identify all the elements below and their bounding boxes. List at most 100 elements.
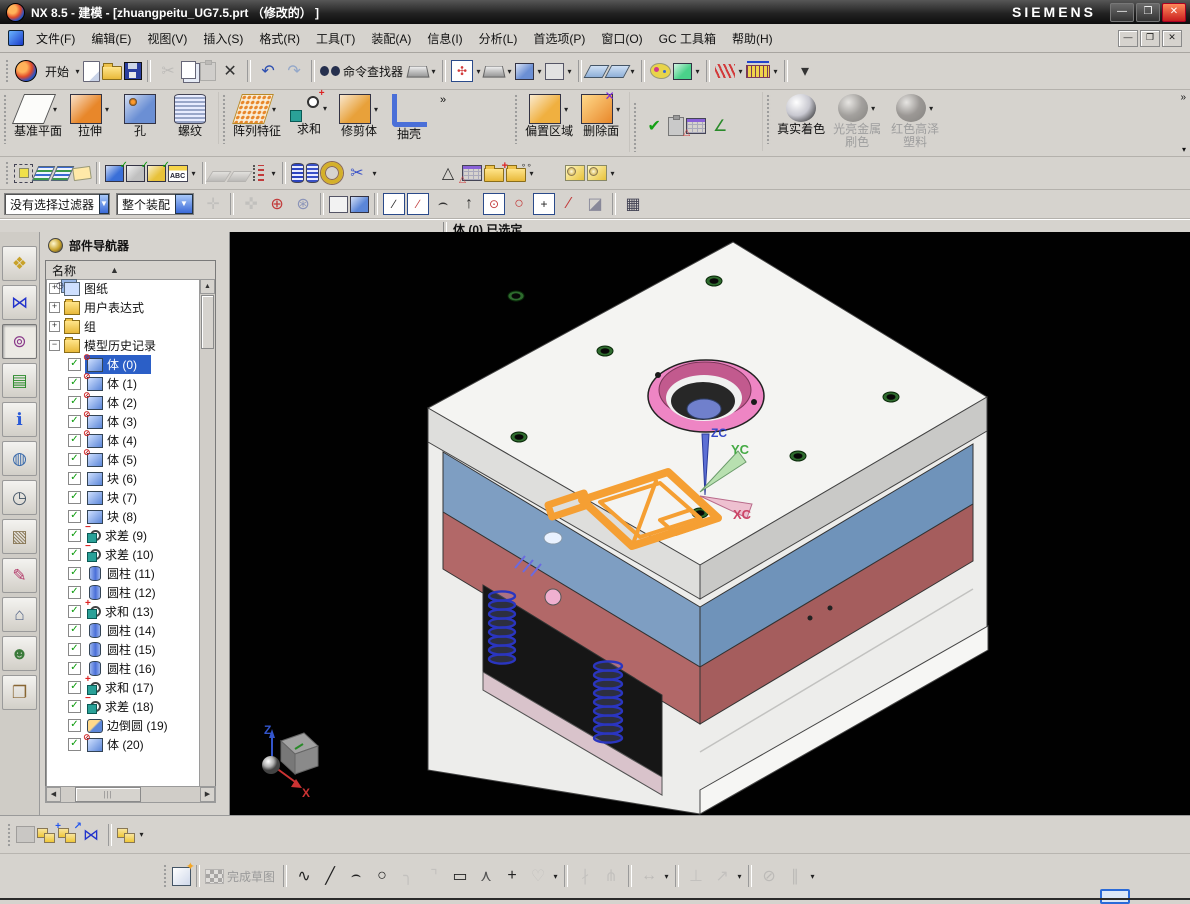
start-button[interactable]: 开始 (45, 63, 69, 80)
add-component-icon[interactable]: + (37, 821, 61, 843)
open-icon[interactable] (102, 63, 123, 80)
tree-item-row[interactable]: 圆柱 (16) (85, 659, 170, 678)
wave-link-b-dropdown[interactable]: ▾ (608, 169, 617, 178)
tree-item-12[interactable]: ✓ 圆柱 (12) (46, 583, 200, 602)
shaded-view-icon[interactable] (515, 62, 535, 80)
feature-toolbar-options[interactable]: ▾ (1182, 145, 1186, 154)
expand-toggle-icon[interactable]: − (49, 340, 60, 351)
tree-item-11[interactable]: ✓ 圆柱 (11) (46, 564, 200, 583)
menu-item-10[interactable]: 窗口(O) (593, 26, 650, 51)
extrude-button[interactable]: ▾ 拉伸 (66, 93, 114, 139)
datum-check-icon[interactable]: ✓ (105, 160, 128, 182)
shell-icon[interactable] (391, 94, 427, 127)
resource-tab-system-materials[interactable]: ▧ (2, 519, 37, 554)
wave-link-b-icon[interactable] (587, 165, 607, 181)
overflow-chevron-2[interactable]: » (1180, 92, 1186, 103)
tree-item-row[interactable]: 体 (20) (83, 732, 158, 754)
tree-item-row[interactable]: 块 (7) (85, 488, 151, 507)
snap-center-icon[interactable]: ⊙ (483, 193, 506, 215)
tree-item-row[interactable]: + 求和 (17) (85, 674, 168, 697)
spring-tool-icon[interactable] (291, 163, 304, 183)
dialog-display-icon[interactable] (406, 65, 430, 78)
washer-coil-icon[interactable] (321, 162, 343, 184)
resource-tab-roles[interactable]: ☻ (2, 636, 37, 671)
undo-icon[interactable]: ↶ (256, 59, 280, 83)
resource-tab-process-studio[interactable]: ✎ (2, 558, 37, 593)
studio-spline-icon[interactable]: ⋏ (474, 864, 498, 888)
tree-item-row[interactable]: 块 (6) (85, 469, 151, 488)
tree-item-19[interactable]: ✓ 边倒圆 (19) (46, 716, 200, 735)
snap-target-icon[interactable]: ⊕ (265, 192, 289, 216)
trim-body-button[interactable]: ▾ 修剪体 (335, 93, 383, 139)
checkbox-checked-icon[interactable]: ✓ (68, 396, 81, 409)
datum-plane-button[interactable]: ▾ 基准平面 (11, 93, 64, 139)
delete-face-button[interactable]: ▾ 删除面 (577, 89, 625, 139)
view-orient-dropdown[interactable]: ▾ (693, 67, 702, 76)
shell-button[interactable]: 抽壳 (385, 93, 433, 142)
delete-face-icon[interactable] (580, 89, 615, 124)
dimension-dropdown[interactable]: ▾ (735, 872, 744, 881)
true-shading-button[interactable]: 真实着色 (775, 93, 827, 137)
move-component-icon[interactable]: ↗ (58, 821, 82, 843)
checkbox-checked-icon[interactable]: ✓ (68, 662, 81, 675)
checkbox-checked-icon[interactable]: ✓ (68, 510, 81, 523)
mdi-restore-button[interactable]: ❐ (1140, 29, 1160, 47)
tree-item-6[interactable]: ✓ 块 (6) (46, 469, 200, 488)
checkbox-checked-icon[interactable]: ✓ (68, 605, 81, 618)
show-body-white-icon[interactable] (329, 195, 349, 213)
checkbox-checked-icon[interactable]: ✓ (68, 624, 81, 637)
graphics-viewport[interactable]: ZC YC XC Z X (230, 232, 1190, 815)
tree-item-3[interactable]: ✓ 体 (3) (46, 409, 200, 431)
label-abc-icon[interactable] (168, 164, 188, 182)
feature-check-icon[interactable]: ✔ (642, 114, 666, 138)
visual-palette-icon[interactable] (650, 63, 672, 79)
annotation-note-icon[interactable] (72, 165, 92, 181)
pattern-feature-icon[interactable] (231, 94, 274, 124)
dialog-display-dropdown[interactable]: ▾ (429, 67, 438, 76)
datum-plane-icon[interactable] (11, 94, 56, 124)
sort-ascending-icon[interactable]: ▲ (110, 265, 119, 275)
tree-item-14[interactable]: ✓ 圆柱 (14) (46, 621, 200, 640)
tree-item-0[interactable]: ✓ 体 (0) (46, 352, 200, 374)
horizontal-scrollbar[interactable]: ◀ ||| ▶ (45, 786, 216, 803)
extrude-icon[interactable] (69, 94, 102, 124)
display-mode-icon[interactable] (482, 65, 506, 78)
label-abc-dropdown[interactable]: ▾ (189, 169, 198, 178)
tree-item-row[interactable]: 圆柱 (11) (85, 564, 169, 583)
pattern-component-icon[interactable] (117, 827, 136, 843)
resource-tab-system-scenes[interactable]: ❐ (2, 675, 37, 710)
tree-item-17[interactable]: ✓ + 求和 (17) (46, 674, 200, 697)
tree-item-5[interactable]: ✓ 体 (5) (46, 447, 200, 469)
tree-item-row[interactable]: 体 (4) (83, 428, 151, 450)
snap-midpoint-icon[interactable]: ∕ (407, 193, 430, 215)
vertical-scroll-thumb[interactable] (201, 295, 214, 349)
true-shading-icon[interactable] (786, 94, 817, 122)
menu-item-9[interactable]: 首选项(P) (525, 26, 593, 51)
tool-check-icon[interactable]: ✓ (126, 160, 149, 182)
resource-tab-history[interactable]: ◷ (2, 480, 37, 515)
feature-table-icon[interactable] (683, 118, 707, 138)
tree-item-row[interactable]: 体 (2) (83, 390, 151, 412)
select-frame-icon[interactable] (14, 163, 33, 183)
resource-tab-manufacturing-wizard[interactable]: ⌂ (2, 597, 37, 632)
menu-item-0[interactable]: 文件(F) (28, 26, 83, 51)
tree-item-8[interactable]: ✓ 块 (8) (46, 507, 200, 526)
resource-tab-hd3d-tools[interactable]: ℹ (2, 402, 37, 437)
selection-filter-dropdown[interactable]: 没有选择过滤器 ▼ (4, 193, 110, 215)
step-navigator-icon[interactable] (253, 165, 268, 181)
close-button[interactable]: ✕ (1162, 2, 1186, 22)
arc-icon[interactable]: ⌢ (344, 864, 368, 888)
tree-item-row[interactable]: 体 (3) (83, 409, 151, 431)
start-dropdown[interactable]: ▾ (73, 67, 82, 76)
tree-item-10[interactable]: ✓ − 求差 (10) (46, 541, 200, 564)
checkbox-checked-icon[interactable]: ✓ (68, 358, 81, 371)
command-finder-icon[interactable] (320, 64, 341, 78)
tree-item-4[interactable]: ✓ 体 (4) (46, 428, 200, 450)
scroll-up-icon[interactable]: ▲ (200, 279, 215, 294)
snap-endpoint-icon[interactable]: ∕ (383, 193, 406, 215)
trim-body-dropdown[interactable]: ▾ (372, 105, 381, 114)
tree-item-row[interactable]: 圆柱 (12) (85, 583, 170, 602)
assembly-constraints-icon[interactable]: ⋈ (79, 823, 103, 847)
interference-check-dropdown[interactable]: ▾ (736, 67, 745, 76)
tree-item-row[interactable]: − 求差 (18) (85, 693, 168, 716)
